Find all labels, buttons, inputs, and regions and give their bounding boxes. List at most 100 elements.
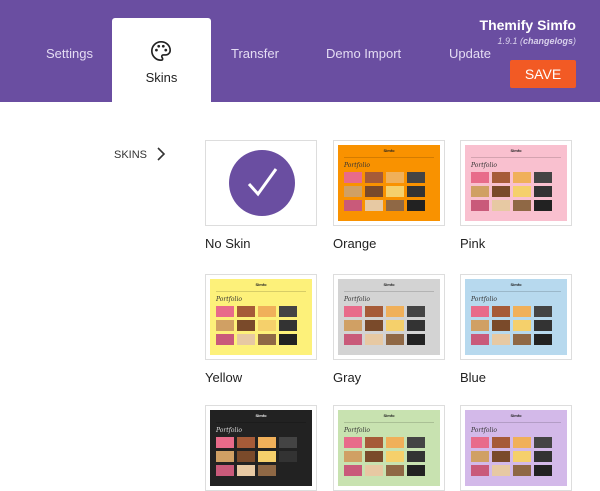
preview-thumbnail	[365, 437, 383, 448]
preview-site-title: Simfo	[510, 148, 522, 153]
preview-thumbnail	[534, 320, 552, 331]
preview-heading: Portfolio	[344, 162, 370, 169]
preview-thumbnail	[471, 320, 489, 331]
preview-thumbnail	[407, 334, 425, 345]
tab-skins[interactable]: Skins	[112, 18, 211, 104]
skin-preview: Simfo Portfolio	[465, 279, 567, 355]
preview-thumbnail	[344, 320, 362, 331]
preview-nav	[471, 157, 561, 159]
preview-heading: Portfolio	[471, 427, 497, 434]
preview-thumbnail	[534, 306, 552, 317]
selected-circle	[229, 150, 295, 216]
chevron-right-icon[interactable]	[154, 146, 168, 162]
header-bar: Settings Skins Transfer Demo Import Upda…	[0, 0, 600, 104]
skin-preview: Simfo Portfolio	[210, 410, 312, 486]
skin-preview: Simfo Portfolio	[338, 410, 440, 486]
preview-thumbnail	[258, 465, 276, 476]
preview-heading: Portfolio	[344, 296, 370, 303]
preview-thumbnail	[513, 465, 531, 476]
preview-thumbnail	[471, 465, 489, 476]
preview-thumbnail	[279, 306, 297, 317]
save-button[interactable]: SAVE	[510, 60, 576, 88]
changelogs-link[interactable]: changelogs	[523, 36, 573, 46]
tab-settings[interactable]: Settings	[46, 46, 93, 61]
preview-thumbnail	[471, 186, 489, 197]
preview-nav	[216, 291, 306, 293]
preview-thumbnails	[471, 306, 555, 345]
preview-thumbnail	[534, 200, 552, 211]
preview-thumbnails	[471, 172, 555, 211]
skin-card[interactable]: Simfo Portfolio	[205, 274, 317, 360]
preview-thumbnail	[386, 334, 404, 345]
skin-preview: Simfo Portfolio	[465, 410, 567, 486]
preview-thumbnails	[216, 437, 300, 476]
preview-thumbnail	[492, 334, 510, 345]
preview-thumbnail	[344, 437, 362, 448]
preview-thumbnail	[237, 451, 255, 462]
skin-card[interactable]: Simfo Portfolio	[460, 274, 572, 360]
skin-name: Gray	[333, 370, 362, 385]
preview-thumbnail	[513, 334, 531, 345]
preview-thumbnail	[237, 465, 255, 476]
skin-name: Orange	[333, 236, 377, 251]
skin-card[interactable]: Simfo Portfolio	[333, 274, 445, 360]
preview-thumbnail	[534, 465, 552, 476]
preview-thumbnail	[386, 306, 404, 317]
preview-thumbnail	[365, 451, 383, 462]
preview-thumbnail	[258, 437, 276, 448]
preview-nav	[344, 157, 434, 159]
preview-thumbnail	[534, 451, 552, 462]
skin-name: No Skin	[205, 236, 251, 251]
tab-transfer[interactable]: Transfer	[231, 46, 279, 61]
skin-card[interactable]: Simfo Portfolio	[205, 405, 317, 491]
preview-thumbnail	[365, 320, 383, 331]
skin-card[interactable]: Simfo Portfolio	[460, 140, 572, 226]
preview-site-title: Simfo	[383, 282, 395, 287]
preview-thumbnail	[513, 200, 531, 211]
preview-thumbnail	[365, 465, 383, 476]
preview-thumbnail	[492, 465, 510, 476]
preview-thumbnail	[365, 306, 383, 317]
skin-preview: Simfo Portfolio	[210, 279, 312, 355]
preview-nav	[471, 291, 561, 293]
preview-thumbnail	[365, 186, 383, 197]
tab-update[interactable]: Update	[449, 46, 491, 61]
skin-card[interactable]: Simfo Portfolio	[333, 140, 445, 226]
preview-thumbnail	[279, 465, 297, 476]
preview-site-title: Simfo	[255, 413, 267, 418]
preview-thumbnail	[471, 200, 489, 211]
preview-site-title: Simfo	[383, 413, 395, 418]
preview-thumbnail	[513, 186, 531, 197]
preview-thumbnail	[344, 465, 362, 476]
preview-heading: Portfolio	[344, 427, 370, 434]
skin-card[interactable]: Simfo Portfolio	[460, 405, 572, 491]
preview-thumbnail	[513, 451, 531, 462]
skin-card[interactable]	[205, 140, 317, 226]
preview-thumbnail	[216, 306, 234, 317]
preview-thumbnail	[365, 200, 383, 211]
preview-thumbnail	[492, 172, 510, 183]
skin-name: Pink	[460, 236, 486, 251]
preview-thumbnail	[407, 306, 425, 317]
preview-thumbnail	[492, 437, 510, 448]
preview-thumbnails	[216, 306, 300, 345]
preview-thumbnail	[258, 320, 276, 331]
preview-thumbnail	[258, 306, 276, 317]
tab-skins-label: Skins	[145, 70, 178, 85]
tab-demo-import[interactable]: Demo Import	[326, 46, 401, 61]
preview-thumbnail	[216, 451, 234, 462]
preview-thumbnail	[365, 334, 383, 345]
preview-thumbnail	[492, 320, 510, 331]
sidebar-skins-label[interactable]: SKINS	[114, 149, 147, 161]
preview-thumbnail	[279, 437, 297, 448]
preview-thumbnail	[513, 437, 531, 448]
preview-thumbnail	[534, 186, 552, 197]
preview-heading: Portfolio	[471, 296, 497, 303]
preview-thumbnails	[344, 437, 428, 476]
preview-thumbnail	[386, 320, 404, 331]
preview-thumbnail	[492, 200, 510, 211]
skin-card[interactable]: Simfo Portfolio	[333, 405, 445, 491]
preview-thumbnail	[534, 172, 552, 183]
preview-nav	[216, 422, 306, 424]
preview-thumbnail	[386, 172, 404, 183]
